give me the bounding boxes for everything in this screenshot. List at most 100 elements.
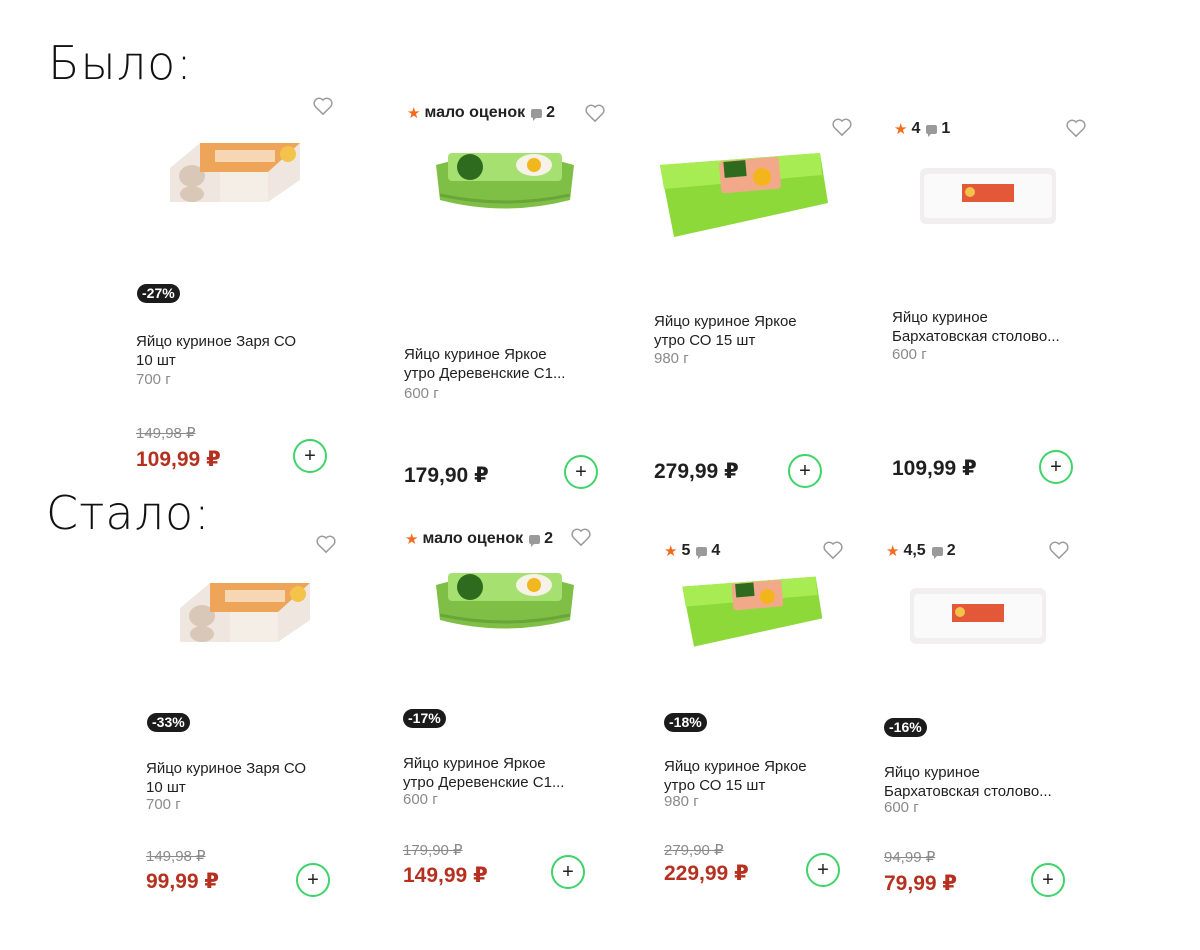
comment-count: 2 [544,530,554,547]
plus-icon: + [575,460,587,483]
old-price: 149,98 ₽ [136,425,196,442]
plus-icon: + [562,860,574,883]
add-to-cart-button[interactable]: + [788,454,822,488]
product-title[interactable]: Яйцо куриное Яркое утро Деревенские С1..… [403,754,603,792]
product-weight: 600 г [884,799,919,816]
product-card-yarkoe-derevenskie-before[interactable]: ★ мало оценок 2 Яйцо куриное Яркое утро … [400,90,610,510]
plus-icon: + [799,459,811,482]
comment-icon [529,534,541,547]
product-title[interactable]: Яйцо куриное Заря СО 10 шт [136,332,336,370]
product-title[interactable]: Яйцо куриное Заря СО 10 шт [146,759,346,797]
heart-icon[interactable] [312,96,334,116]
before-heading: Было: [48,36,193,90]
rating-indicator: ★ 4,5 2 [886,542,956,560]
discount-badge: -16% [884,718,927,737]
current-price: 109,99 ₽ [892,457,977,480]
comment-icon [531,108,543,121]
product-card-yarkoe-15-after[interactable]: ★ 5 4 -18% Яйцо куриное Яркое утро СО 15… [660,530,870,950]
add-to-cart-button[interactable]: + [293,439,327,473]
plus-icon: + [817,858,829,881]
discount-badge: -33% [147,713,190,732]
product-weight: 700 г [146,796,181,813]
rating-value: 4 [911,120,921,137]
product-weight: 600 г [404,385,439,402]
heart-icon[interactable] [822,540,844,560]
add-to-cart-button[interactable]: + [1039,450,1073,484]
star-icon: ★ [664,542,678,560]
egg-carton-barkhatovskaya-image [910,588,1046,644]
rating-value: 5 [681,542,691,559]
discount-badge: -27% [137,284,180,303]
product-title[interactable]: Яйцо куриное Бархатовская столово... [892,308,1092,346]
comment-count: 1 [941,120,951,137]
egg-carton-yarkoe-15-image [682,576,823,647]
plus-icon: + [304,444,316,467]
heart-icon[interactable] [315,534,337,554]
product-card-yarkoe-derevenskie-after[interactable]: ★ мало оценок 2 -17% Яйцо куриное Яркое … [400,520,610,940]
product-card-yarkoe-15-before[interactable]: Яйцо куриное Яркое утро СО 15 шт 980 г 2… [650,90,860,510]
egg-carton-derevenskie-image [436,573,574,629]
comment-icon [926,124,938,137]
plus-icon: + [1042,868,1054,891]
rating-value: мало оценок [424,104,526,121]
old-price: 179,90 ₽ [403,842,463,859]
current-price: 229,99 ₽ [664,862,749,885]
add-to-cart-button[interactable]: + [564,455,598,489]
rating-indicator: ★ 4 1 [894,120,950,138]
current-price: 179,90 ₽ [404,464,489,487]
product-title[interactable]: Яйцо куриное Яркое утро СО 15 шт [664,757,864,795]
rating-indicator: ★ 5 4 [664,542,720,560]
old-price: 94,99 ₽ [884,849,936,866]
egg-carton-derevenskie-image [436,153,574,209]
add-to-cart-button[interactable]: + [551,855,585,889]
current-price: 279,99 ₽ [654,460,739,483]
product-weight: 980 г [664,793,699,810]
comment-count: 4 [711,542,721,559]
comment-icon [931,546,943,559]
product-weight: 700 г [136,371,171,388]
star-icon: ★ [407,104,421,122]
heart-icon[interactable] [1048,540,1070,560]
egg-carton-yarkoe-15-image [660,153,828,237]
heart-icon[interactable] [584,103,606,123]
heart-icon[interactable] [570,527,592,547]
old-price: 149,98 ₽ [146,848,206,865]
current-price: 79,99 ₽ [884,872,957,895]
product-title[interactable]: Яйцо куриное Бархатовская столово... [884,763,1084,801]
comment-count: 2 [946,542,956,559]
discount-badge: -18% [664,713,707,732]
star-icon: ★ [886,542,900,560]
star-icon: ★ [894,120,908,138]
old-price: 279,90 ₽ [664,842,724,859]
comment-count: 2 [546,104,556,121]
product-card-barkhatovskaya-after[interactable]: ★ 4,5 2 -16% Яйцо куриное Бархатовская с… [880,530,1090,950]
plus-icon: + [1050,455,1062,478]
current-price: 99,99 ₽ [146,870,219,893]
discount-badge: -17% [403,709,446,728]
egg-carton-barkhatovskaya-image [920,168,1056,224]
rating-value: мало оценок [422,530,524,547]
rating-indicator: ★ мало оценок 2 [405,530,553,548]
comment-icon [696,546,708,559]
rating-value: 4,5 [903,542,926,559]
heart-icon[interactable] [831,117,853,137]
product-title[interactable]: Яйцо куриное Яркое утро СО 15 шт [654,312,854,350]
product-card-zarya-before[interactable]: -27% Яйцо куриное Заря СО 10 шт 700 г 14… [130,90,340,510]
product-weight: 600 г [892,346,927,363]
product-title[interactable]: Яйцо куриное Яркое утро Деревенские С1..… [404,345,604,383]
product-weight: 980 г [654,350,689,367]
current-price: 109,99 ₽ [136,448,221,471]
egg-carton-zarya-image [170,143,300,202]
current-price: 149,99 ₽ [403,864,488,887]
add-to-cart-button[interactable]: + [296,863,330,897]
plus-icon: + [307,868,319,891]
product-card-zarya-after[interactable]: -33% Яйцо куриное Заря СО 10 шт 700 г 14… [140,530,350,950]
heart-icon[interactable] [1065,118,1087,138]
add-to-cart-button[interactable]: + [1031,863,1065,897]
star-icon: ★ [405,530,419,548]
product-card-barkhatovskaya-before[interactable]: ★ 4 1 Яйцо куриное Бархатовская столово.… [890,90,1100,510]
add-to-cart-button[interactable]: + [806,853,840,887]
egg-carton-zarya-image [180,583,310,642]
product-weight: 600 г [403,791,438,808]
rating-indicator: ★ мало оценок 2 [407,104,555,122]
